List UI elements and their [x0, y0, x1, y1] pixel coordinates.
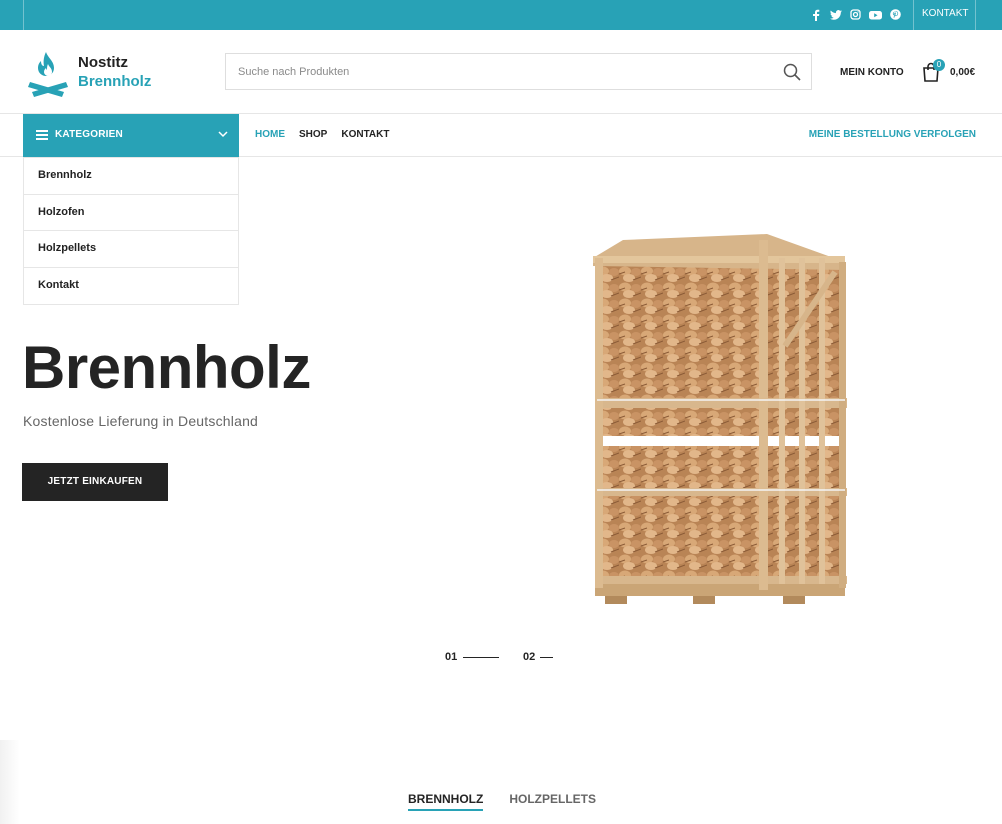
slider-dot-label: 02 — [523, 651, 536, 663]
nav-home[interactable]: HOME — [255, 129, 285, 140]
top-bar-divider — [913, 0, 914, 30]
search-input[interactable] — [226, 54, 766, 89]
twitter-icon[interactable] — [829, 8, 842, 21]
slider-dot-01[interactable]: 01 — [445, 651, 499, 663]
header: Nostitz Brennholz MEIN KONTO 0 0,00€ — [0, 30, 1002, 114]
pinterest-icon[interactable] — [889, 8, 902, 21]
top-bar: KONTAKT — [0, 0, 1002, 30]
social-links — [809, 8, 902, 21]
facebook-icon[interactable] — [809, 8, 822, 21]
hero-subtitle: Kostenlose Lieferung in Deutschland — [23, 413, 259, 429]
decorative-edge — [0, 740, 20, 824]
logo[interactable]: Nostitz Brennholz — [26, 48, 156, 98]
hamburger-icon — [36, 130, 48, 140]
main-navigation: KATEGORIEN HOME SHOP KONTAKT MEINE BESTE… — [0, 114, 1002, 157]
slider-dot-indicator — [540, 657, 553, 658]
search-icon[interactable] — [783, 63, 801, 81]
brand-name-line1: Nostitz — [78, 54, 128, 71]
product-tabs: BRENNHOLZ HOLZPELLETS — [408, 792, 596, 811]
tab-brennholz[interactable]: BRENNHOLZ — [408, 792, 484, 811]
top-bar-divider — [23, 0, 24, 30]
hero-title: Brennholz — [22, 334, 311, 401]
brand-name-line2: Brennholz — [78, 73, 152, 90]
tab-holzpellets[interactable]: HOLZPELLETS — [509, 792, 596, 811]
nav-links: HOME SHOP KONTAKT — [255, 129, 389, 140]
slider-dot-02[interactable]: 02 — [523, 651, 553, 663]
flame-logo-icon — [28, 52, 68, 97]
cart-count-badge: 0 — [933, 59, 945, 71]
nav-kontakt[interactable]: KONTAKT — [341, 129, 389, 140]
shop-now-button[interactable]: JETZT EINKAUFEN — [22, 463, 168, 501]
category-item-kontakt[interactable]: Kontakt — [24, 268, 238, 305]
nav-shop[interactable]: SHOP — [299, 129, 327, 140]
category-menu: Brennholz Holzofen Holzpellets Kontakt — [23, 157, 239, 305]
categories-label: KATEGORIEN — [55, 129, 123, 140]
category-item-holzpellets[interactable]: Holzpellets — [24, 231, 238, 268]
my-account-link[interactable]: MEIN KONTO — [840, 67, 904, 78]
top-bar-divider — [975, 0, 976, 30]
cart-total[interactable]: 0,00€ — [950, 67, 975, 78]
categories-dropdown-button[interactable]: KATEGORIEN — [23, 114, 239, 157]
category-item-brennholz[interactable]: Brennholz — [24, 158, 238, 195]
track-order-link[interactable]: MEINE BESTELLUNG VERFOLGEN — [809, 129, 976, 140]
slider-dot-label: 01 — [445, 651, 458, 663]
topbar-contact-link[interactable]: KONTAKT — [922, 8, 968, 19]
slider-dot-indicator — [463, 657, 499, 658]
search-bar — [225, 53, 812, 90]
youtube-icon[interactable] — [869, 8, 882, 21]
firewood-crate-image — [593, 234, 847, 604]
instagram-icon[interactable] — [849, 8, 862, 21]
category-item-holzofen[interactable]: Holzofen — [24, 195, 238, 231]
chevron-down-icon — [218, 131, 228, 138]
